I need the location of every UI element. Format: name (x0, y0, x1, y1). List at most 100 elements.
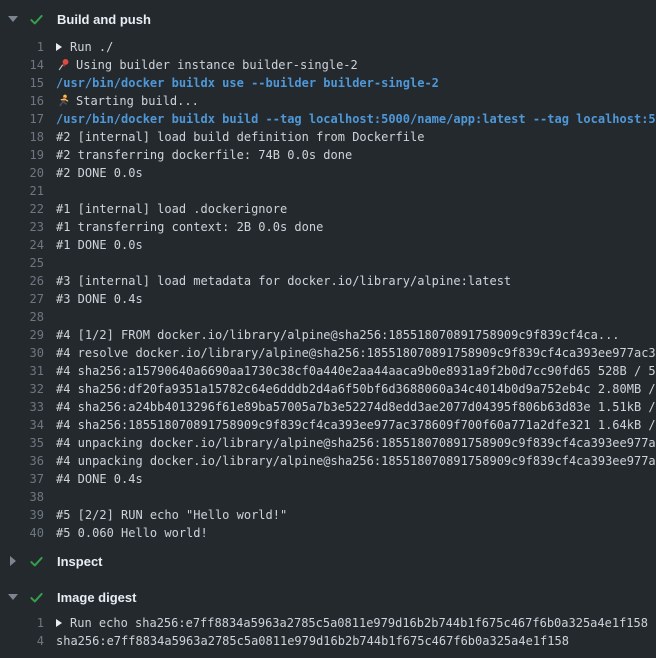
log-line: 23 #1 transferring context: 2B 0.0s done (0, 218, 656, 236)
log-line: 25 (0, 254, 656, 272)
line-number[interactable]: 29 (0, 326, 44, 344)
line-number[interactable]: 25 (0, 254, 44, 272)
log-line: 22 #1 [internal] load .dockerignore (0, 200, 656, 218)
log-line: 19 #2 transferring dockerfile: 74B 0.0s … (0, 146, 656, 164)
line-number[interactable]: 31 (0, 362, 44, 380)
log-text: #4 DONE 0.4s (56, 470, 143, 488)
line-number[interactable]: 15 (0, 74, 44, 92)
log-text: #5 [2/2] RUN echo "Hello world!" (56, 506, 287, 524)
play-icon[interactable] (56, 43, 62, 51)
log-text: #4 sha256:a15790640a6690aa1730c38cf0a440… (56, 362, 656, 380)
log-text: Using builder instance builder-single-2 (76, 56, 358, 74)
check-icon (29, 590, 44, 605)
line-number[interactable]: 39 (0, 506, 44, 524)
line-number[interactable]: 33 (0, 398, 44, 416)
log-text: Run echo sha256:e7ff8834a5963a2785c5a081… (70, 614, 648, 632)
chevron-down-icon (8, 16, 18, 22)
log-text: #1 transferring context: 2B 0.0s done (56, 218, 323, 236)
line-number[interactable]: 32 (0, 380, 44, 398)
line-number[interactable]: 34 (0, 416, 44, 434)
chevron-right-icon (10, 556, 16, 566)
log-section: Build and push 1 Run ./ 14 Using builder… (0, 6, 656, 542)
log-text: #4 resolve docker.io/library/alpine@sha2… (56, 344, 656, 362)
log-line: 36 #4 unpacking docker.io/library/alpine… (0, 452, 656, 470)
line-number[interactable]: 18 (0, 128, 44, 146)
log-line: 38 (0, 488, 656, 506)
line-number[interactable]: 36 (0, 452, 44, 470)
line-number[interactable]: 1 (0, 38, 44, 56)
log-line: 37 #4 DONE 0.4s (0, 470, 656, 488)
log-line: 31 #4 sha256:a15790640a6690aa1730c38cf0a… (0, 362, 656, 380)
line-number[interactable]: 4 (0, 632, 44, 650)
line-number[interactable]: 26 (0, 272, 44, 290)
log-section: Inspect (0, 548, 656, 574)
log-text: Run ./ (70, 38, 113, 56)
line-number[interactable]: 19 (0, 146, 44, 164)
chevron-down-icon (8, 594, 18, 600)
line-number[interactable]: 35 (0, 434, 44, 452)
line-number[interactable]: 22 (0, 200, 44, 218)
log-text: #4 sha256:df20fa9351a15782c64e6dddb2d4a6… (56, 380, 656, 398)
line-number[interactable]: 28 (0, 308, 44, 326)
log-text: /usr/bin/docker buildx build --tag local… (56, 110, 656, 128)
log-line: 24 #1 DONE 0.0s (0, 236, 656, 254)
log-line: 39 #5 [2/2] RUN echo "Hello world!" (0, 506, 656, 524)
log-line: 16 Starting build... (0, 92, 656, 110)
log-line: 1 Run ./ (0, 38, 656, 56)
log-line: 29 #4 [1/2] FROM docker.io/library/alpin… (0, 326, 656, 344)
log-line: 28 (0, 308, 656, 326)
log-line: 35 #4 unpacking docker.io/library/alpine… (0, 434, 656, 452)
section-title: Build and push (57, 12, 151, 27)
log-text: Starting build... (76, 92, 199, 110)
log-text: #4 sha256:185518070891758909c9f839cf4ca3… (56, 416, 656, 434)
section-title: Inspect (57, 554, 103, 569)
log-line: 4 sha256:e7ff8834a5963a2785c5a0811e979d1… (0, 632, 656, 650)
log-line: 15 /usr/bin/docker buildx use --builder … (0, 74, 656, 92)
section-header-inspect[interactable]: Inspect (0, 548, 656, 574)
line-number[interactable]: 27 (0, 290, 44, 308)
log-line: 14 Using builder instance builder-single… (0, 56, 656, 74)
line-number[interactable]: 23 (0, 218, 44, 236)
line-number[interactable]: 21 (0, 182, 44, 200)
log-line: 20 #2 DONE 0.0s (0, 164, 656, 182)
log-text: sha256:e7ff8834a5963a2785c5a0811e979d16b… (56, 632, 569, 650)
line-number[interactable]: 24 (0, 236, 44, 254)
log-line: 26 #3 [internal] load metadata for docke… (0, 272, 656, 290)
log-line: 1 Run echo sha256:e7ff8834a5963a2785c5a0… (0, 614, 656, 632)
log-line: 21 (0, 182, 656, 200)
log-line: 34 #4 sha256:185518070891758909c9f839cf4… (0, 416, 656, 434)
log-line: 40 #5 0.060 Hello world! (0, 524, 656, 542)
line-number[interactable]: 30 (0, 344, 44, 362)
log-text: #3 DONE 0.4s (56, 290, 143, 308)
line-number[interactable]: 38 (0, 488, 44, 506)
play-icon[interactable] (56, 619, 62, 627)
line-number[interactable]: 1 (0, 614, 44, 632)
line-number[interactable]: 14 (0, 56, 44, 74)
log-line: 32 #4 sha256:df20fa9351a15782c64e6dddb2d… (0, 380, 656, 398)
pushpin-icon (56, 58, 70, 72)
section-header-image-digest[interactable]: Image digest (0, 584, 656, 610)
log-text: #4 unpacking docker.io/library/alpine@sh… (56, 452, 656, 470)
line-number[interactable]: 20 (0, 164, 44, 182)
log-text: #4 sha256:a24bb4013296f61e89ba57005a7b3e… (56, 398, 656, 416)
log-text: #4 unpacking docker.io/library/alpine@sh… (56, 434, 656, 452)
section-title: Image digest (57, 590, 136, 605)
log-text: #5 0.060 Hello world! (56, 524, 208, 542)
log-line: 30 #4 resolve docker.io/library/alpine@s… (0, 344, 656, 362)
line-number[interactable]: 40 (0, 524, 44, 542)
log-text: #2 DONE 0.0s (56, 164, 143, 182)
log-text: /usr/bin/docker buildx use --builder bui… (56, 74, 439, 92)
runner-icon (56, 94, 70, 108)
check-icon (29, 554, 44, 569)
log-text: #1 [internal] load .dockerignore (56, 200, 287, 218)
log-line: 27 #3 DONE 0.4s (0, 290, 656, 308)
log-text: #1 DONE 0.0s (56, 236, 143, 254)
log-text: #3 [internal] load metadata for docker.i… (56, 272, 511, 290)
line-number[interactable]: 37 (0, 470, 44, 488)
section-header-build-and-push[interactable]: Build and push (0, 6, 656, 32)
log-text: #4 [1/2] FROM docker.io/library/alpine@s… (56, 326, 620, 344)
log-section: Image digest 1 Run echo sha256:e7ff8834a… (0, 584, 656, 650)
line-number[interactable]: 17 (0, 110, 44, 128)
check-icon (29, 12, 44, 27)
line-number[interactable]: 16 (0, 92, 44, 110)
